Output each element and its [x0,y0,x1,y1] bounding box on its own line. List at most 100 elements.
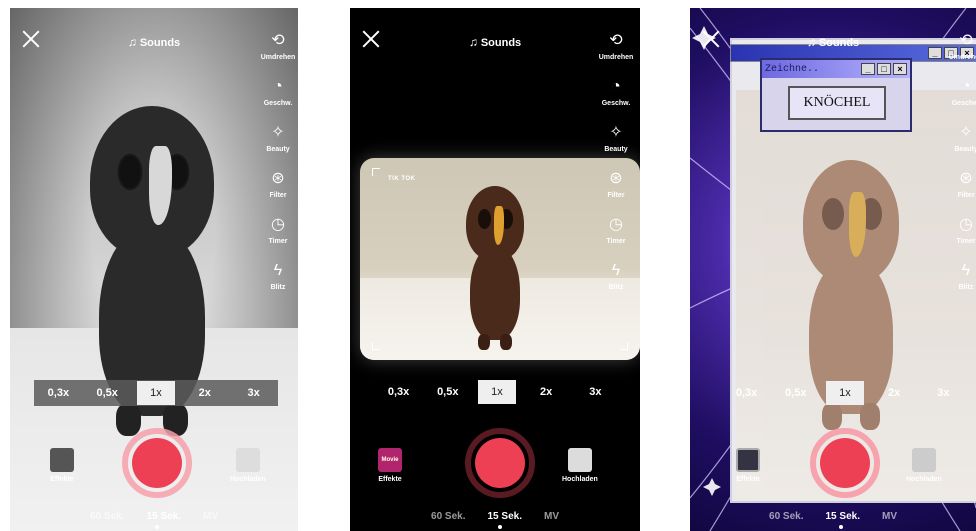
zoom-option-selected[interactable]: 1x [136,381,175,405]
tool-beauty[interactable]: ✧ Beauty [266,122,289,154]
record-button[interactable] [122,428,192,498]
active-mode-dot [155,525,159,529]
flash-icon: ϟ [961,262,971,279]
owl-figurine [462,186,528,350]
tool-timer[interactable]: ◷ Timer [955,214,976,246]
sounds-button[interactable]: ♫ Sounds [10,35,298,49]
mode-mv[interactable]: MV [544,511,559,522]
mode-mv[interactable]: MV [203,511,218,522]
music-note-icon: ♫ [127,35,137,49]
zoom-selector: 0,3x 0,5x 1x 2x 3x [722,380,968,406]
watermark: TIK TOK [388,176,416,182]
record-button[interactable] [465,428,535,498]
active-mode-dot [839,525,843,529]
tool-flip[interactable]: ⟲Umdrehen [949,30,976,62]
mode-60s[interactable]: 60 Sek. [769,511,803,522]
beauty-icon: ✧ [271,124,285,141]
phone-screen-retro-effect: _ □ × Zeichne.. _ □ × KNÖCHEL ♫ Sounds ⟲ U… [690,8,976,531]
mode-mv[interactable]: MV [882,511,897,522]
effects-button[interactable]: Effekte [50,448,74,483]
speed-icon: ◔ [961,78,971,95]
retro-dialog: Zeichne.. _ □ × KNÖCHEL [760,58,912,132]
mode-15s[interactable]: 15 Sek. [147,511,181,522]
beauty-icon: ✧ [609,124,623,141]
record-button-core [820,438,870,488]
minimize-icon[interactable]: _ [861,63,875,75]
effects-thumbnail: Movie [378,448,402,472]
zoom-option[interactable]: 3x [924,381,962,405]
maximize-icon[interactable]: □ [877,63,891,75]
flip-camera-icon: ⟲ [609,32,623,49]
upload-button[interactable]: Hochladen [230,448,266,483]
beauty-icon: ✧ [959,124,973,141]
zoom-selector: 0,3x 0,5x 1x 2x 3x [374,378,620,406]
effects-thumbnail [50,448,74,472]
filter-icon: ⊛ [959,170,973,187]
sounds-button[interactable]: ♫ Sounds [690,35,976,49]
tool-flip[interactable]: ⟲Umdrehen [599,30,634,62]
tool-beauty[interactable]: ✧ Beauty [954,122,976,154]
upload-thumbnail [911,448,936,472]
phone-screen-grayscale: ♫ Sounds ⟲ Umdrehen ◔ Geschw. ✧ Beauty ⊛ Filt… [10,8,298,531]
tool-flash[interactable]: ϟ Blitz [605,260,627,292]
dialog-button[interactable]: KNÖCHEL [788,86,886,120]
zoom-option-selected[interactable]: 1x [825,381,864,405]
tool-filter[interactable]: ⊛ Filter [955,168,976,200]
duration-modes: 60 Sek. 15 Sek. MV [350,511,640,522]
mode-15s[interactable]: 15 Sek. [488,511,522,522]
tool-timer[interactable]: ◷ Timer [605,214,627,246]
zoom-option[interactable]: 0,3x [380,380,418,404]
speed-icon: ◔ [273,78,283,95]
music-note-icon: ♫ [806,35,816,49]
camera-tools-rail: ⟲Umdrehen ◔Geschw. ✧Beauty ⊛Filter ◷Time… [948,30,976,306]
tool-speed[interactable]: ◔Geschw. [952,76,976,108]
camera-tools-rail: ⟲Umdrehen ◔Geschw. ✧Beauty ⊛Filter ◷Time… [260,30,296,306]
tool-flip[interactable]: ⟲Umdrehen [261,30,296,62]
zoom-option[interactable]: 0,5x [777,381,815,405]
filter-icon: ⊛ [609,170,623,187]
effects-button[interactable]: Movie Effekte [378,448,402,483]
tool-flash[interactable]: ϟ Blitz [955,260,976,292]
tool-speed[interactable]: ◔Geschw. [264,76,293,108]
effects-thumbnail [736,448,760,472]
phone-screen-movie: TIK TOK ♫ Sounds ⟲ Umdrehen ◔ Geschw. ✧ Beau… [350,8,640,531]
zoom-option[interactable]: 0,5x [429,380,467,404]
zoom-option[interactable]: 0,5x [88,381,126,405]
mode-60s[interactable]: 60 Sek. [431,511,465,522]
flip-camera-icon: ⟲ [271,32,285,49]
zoom-option[interactable]: 2x [186,381,224,405]
record-button-core [475,438,525,488]
upload-button[interactable]: Hochladen [906,448,942,483]
effects-button[interactable]: Effekte [736,448,760,483]
filter-icon: ⊛ [271,170,285,187]
flash-icon: ϟ [273,262,283,279]
zoom-option[interactable]: 0,3x [39,381,77,405]
upload-button[interactable]: Hochladen [562,448,598,483]
tool-filter[interactable]: ⊛ Filter [267,168,289,200]
zoom-option[interactable]: 0,3x [728,381,766,405]
close-window-icon[interactable]: × [893,63,907,75]
zoom-option[interactable]: 2x [875,381,913,405]
tool-speed[interactable]: ◔Geschw. [602,76,631,108]
upload-thumbnail [235,448,260,472]
mode-15s[interactable]: 15 Sek. [826,511,860,522]
timer-icon: ◷ [609,216,623,233]
tool-filter[interactable]: ⊛ Filter [605,168,627,200]
sounds-button[interactable]: ♫ Sounds [350,35,640,49]
flip-camera-icon: ⟲ [959,32,973,49]
flash-icon: ϟ [611,262,621,279]
zoom-option[interactable]: 3x [576,380,614,404]
duration-modes: 60 Sek. 15 Sek. MV [10,511,298,522]
zoom-option[interactable]: 3x [235,381,273,405]
tool-flash[interactable]: ϟ Blitz [267,260,289,292]
zoom-option[interactable]: 2x [527,380,565,404]
mode-60s[interactable]: 60 Sek. [90,511,124,522]
duration-modes: 60 Sek. 15 Sek. MV [690,511,976,522]
record-button[interactable] [810,428,880,498]
tool-timer[interactable]: ◷ Timer [267,214,289,246]
tool-beauty[interactable]: ✧ Beauty [604,122,627,154]
record-button-core [132,438,182,488]
timer-icon: ◷ [959,216,973,233]
zoom-option-selected[interactable]: 1x [477,380,516,404]
timer-icon: ◷ [271,216,285,233]
